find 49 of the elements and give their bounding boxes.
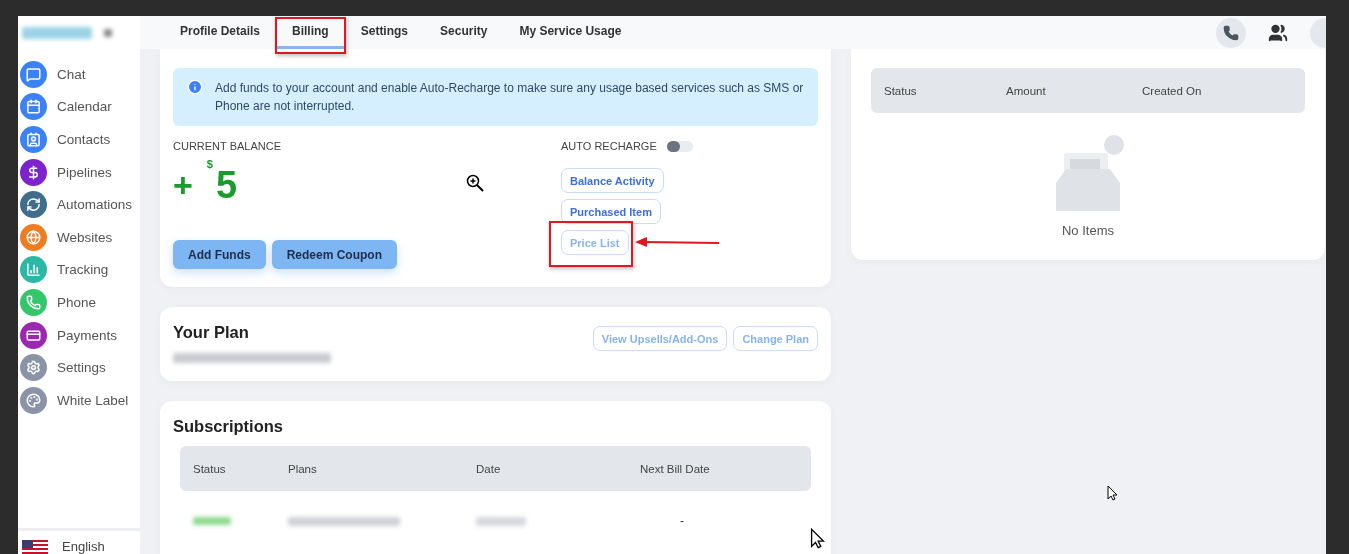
auto-recharge-label: AUTO RECHARGE: [561, 140, 657, 152]
blurred-logo: [22, 26, 92, 39]
sidebar-item[interactable]: Chat: [18, 58, 140, 91]
sidebar-item[interactable]: Websites: [18, 220, 140, 254]
sidebar-item[interactable]: Phone: [18, 286, 140, 319]
balance-amount: 5: [216, 164, 238, 207]
phone-icon[interactable]: [1216, 17, 1246, 48]
info-icon: [187, 79, 203, 95]
link-button[interactable]: Purchased Item: [561, 199, 661, 224]
card-title: Subscriptions: [173, 417, 284, 436]
table-cell-text: -: [679, 514, 685, 528]
sign-text: +: [173, 166, 193, 205]
column-header: Amount: [1006, 84, 1047, 97]
auto-recharge-toggle[interactable]: [666, 140, 693, 152]
tab[interactable]: Settings: [344, 16, 425, 49]
action-button[interactable]: Redeem Coupon: [271, 240, 397, 269]
balance-label: CURRENT BALANCE: [173, 140, 282, 152]
blurred-text: [476, 516, 526, 526]
notice-text: Add funds to your account and enable Auto-Recharge to make sure any usage based services such as SMS or Phone are not interrupted.: [215, 80, 804, 115]
tab[interactable]: Profile Details: [164, 16, 277, 49]
zoom-cursor-icon: [466, 174, 484, 192]
sidebar-item[interactable]: Automations: [18, 188, 140, 221]
link-button[interactable]: Balance Activity: [561, 168, 664, 193]
column-header: Plans: [288, 462, 318, 475]
pointer-cursor-icon: [1107, 485, 1118, 501]
sidebar-item[interactable]: Tracking: [18, 253, 140, 287]
sidebar-item[interactable]: White Label: [18, 383, 140, 417]
highlight-box: [275, 17, 346, 54]
sidebar-item[interactable]: Contacts: [18, 123, 140, 156]
sidebar-item[interactable]: Calendar: [18, 90, 140, 124]
language-selector[interactable]: English: [62, 539, 105, 554]
currency-text: $: [206, 158, 213, 170]
card-title: Your Plan: [173, 323, 249, 342]
contacts-icon[interactable]: [1268, 22, 1288, 43]
column-header: Created On: [1142, 84, 1203, 97]
empty-text: No Items: [1062, 223, 1114, 238]
sidebar-item[interactable]: Payments: [18, 318, 140, 352]
sidebar-item[interactable]: Settings: [18, 351, 140, 384]
blurred-icon: [104, 28, 112, 37]
pointer-cursor-icon: [810, 528, 825, 549]
tab[interactable]: Security: [424, 16, 504, 49]
sidebar-item[interactable]: Pipelines: [18, 155, 140, 189]
column-header: Next Bill Date: [640, 462, 711, 475]
column-header: Date: [476, 462, 502, 475]
column-header: Status: [193, 462, 227, 475]
action-button[interactable]: Add Funds: [173, 240, 266, 269]
column-header: Status: [884, 84, 918, 97]
status-tag: [193, 517, 231, 525]
tab[interactable]: My Service Usage: [503, 16, 638, 49]
